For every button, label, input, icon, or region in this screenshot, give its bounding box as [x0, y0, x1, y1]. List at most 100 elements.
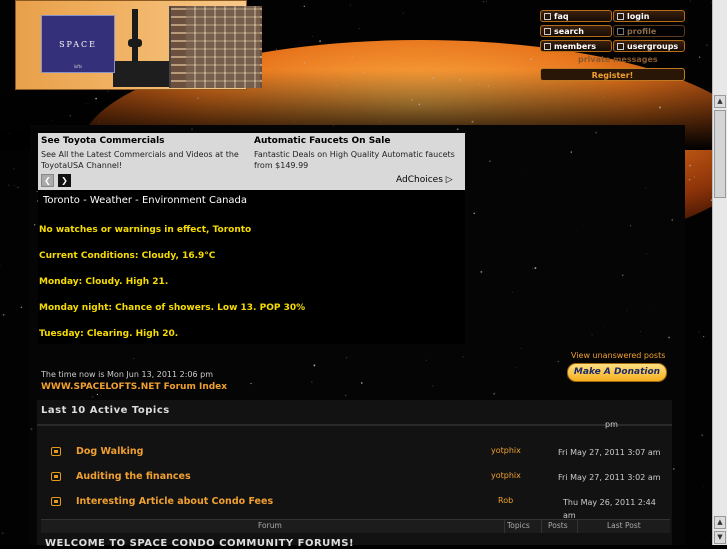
skyline-silhouette — [113, 61, 171, 87]
ad-prev-button[interactable]: ❮ — [41, 174, 54, 187]
topic-row: Interesting Article about Condo Fees Rob… — [37, 494, 672, 514]
faq-icon — [544, 13, 551, 20]
topic-row: Auditing the finances yotphix Fri May 27… — [37, 469, 672, 489]
ad-next-button[interactable]: ❯ — [58, 174, 71, 187]
star — [646, 253, 647, 254]
topic-title-link[interactable]: Dog Walking — [76, 446, 143, 457]
scroll-down-button[interactable]: ▼ — [714, 531, 726, 544]
star — [583, 224, 584, 225]
star — [311, 381, 313, 383]
star — [622, 274, 624, 276]
star — [304, 62, 305, 63]
star — [463, 357, 464, 358]
topic-user-link[interactable]: yotphix — [491, 471, 521, 480]
search-button[interactable]: search — [540, 25, 612, 37]
posts-column-header: Posts — [548, 521, 568, 530]
star — [486, 1, 487, 2]
ad-description: See All the Latest Commercials and Video… — [41, 149, 251, 171]
register-button[interactable]: Register! — [540, 68, 685, 81]
forum-index-link[interactable]: WWW.SPACELOFTS.NET Forum Index — [41, 382, 227, 392]
forum-column-header: Forum — [258, 521, 282, 530]
weather-line: Monday night: Chance of showers. Low 13.… — [39, 303, 305, 313]
star — [98, 121, 99, 122]
star — [250, 383, 251, 384]
star — [591, 334, 592, 335]
star — [403, 13, 404, 14]
star — [477, 41, 478, 42]
adchoices-link[interactable]: AdChoices ▷ — [396, 175, 453, 185]
weather-widget: Toronto - Weather - Environment Canada N… — [38, 190, 465, 344]
ad-title[interactable]: See Toyota Commercials — [41, 136, 251, 146]
star — [432, 385, 433, 386]
panel-divider — [37, 424, 672, 426]
topics-column-header: Topics — [507, 521, 530, 530]
star — [689, 165, 691, 167]
star — [8, 185, 10, 187]
topic-folder-icon — [51, 472, 61, 481]
topic-title-link[interactable]: Interesting Article about Condo Fees — [76, 496, 273, 507]
star — [478, 83, 479, 84]
star — [333, 125, 334, 126]
star — [363, 72, 365, 74]
topic-user-link[interactable]: Rob — [498, 496, 513, 505]
star — [699, 57, 700, 58]
site-logo[interactable]: SPACE lofts — [41, 15, 115, 73]
usergroups-label: usergroups — [627, 42, 678, 51]
star — [432, 77, 434, 79]
faq-button[interactable]: faq — [540, 10, 612, 22]
weather-title: Toronto - Weather - Environment Canada — [43, 195, 247, 206]
star — [197, 97, 199, 99]
star — [304, 6, 305, 7]
members-label: members — [554, 42, 596, 51]
welcome-category-title[interactable]: WELCOME TO SPACE CONDO COMMUNITY FORUMS! — [45, 538, 354, 549]
star — [512, 292, 513, 293]
private-messages-link[interactable]: private messages — [578, 55, 658, 64]
login-label: login — [627, 12, 649, 21]
star — [453, 47, 454, 48]
star — [645, 187, 646, 188]
active-topics-panel: Last 10 Active Topics pm Dog Walking yot… — [37, 400, 672, 545]
topic-date: Fri May 27, 2011 3:02 am — [558, 471, 678, 484]
cn-tower-pod — [128, 39, 142, 47]
scroll-thumb[interactable] — [714, 110, 726, 198]
scroll-up-button[interactable]: ▲ — [714, 95, 726, 108]
star — [530, 58, 532, 60]
login-button[interactable]: login — [613, 10, 685, 22]
star — [532, 87, 533, 88]
donate-button[interactable]: Make A Donation — [567, 363, 667, 382]
star — [459, 79, 461, 81]
topic-title-link[interactable]: Auditing the finances — [76, 471, 191, 482]
star — [345, 395, 346, 396]
star — [703, 336, 704, 337]
usergroups-icon — [617, 43, 624, 50]
scroll-up-button[interactable]: ▲ — [714, 516, 726, 529]
star — [699, 332, 700, 333]
usergroups-button[interactable]: usergroups — [613, 40, 685, 52]
view-unanswered-link[interactable]: View unanswered posts — [571, 351, 665, 360]
page-scrollbar[interactable]: ▲ ▲ ▼ — [712, 0, 727, 545]
star — [276, 49, 277, 50]
star — [3, 314, 5, 316]
star — [457, 128, 459, 130]
ad-title[interactable]: Automatic Faucets On Sale — [254, 136, 464, 146]
star — [489, 160, 491, 162]
column-separator — [541, 520, 542, 533]
topic-user-link[interactable]: yotphix — [491, 446, 521, 455]
star — [411, 99, 413, 101]
star — [86, 103, 87, 104]
star — [13, 168, 14, 169]
star — [14, 185, 15, 186]
star — [671, 219, 673, 221]
star — [626, 310, 627, 311]
ad-item[interactable]: Automatic Faucets On Sale Fantastic Deal… — [254, 136, 464, 171]
members-icon — [544, 43, 551, 50]
star — [472, 121, 474, 123]
profile-button[interactable]: profile — [613, 25, 685, 37]
ad-item[interactable]: See Toyota Commercials See All the Lates… — [41, 136, 251, 171]
column-separator — [577, 520, 578, 533]
star — [483, 1, 484, 2]
last-post-column-header: Last Post — [607, 521, 641, 530]
star — [603, 97, 604, 98]
column-separator — [504, 520, 505, 533]
members-button[interactable]: members — [540, 40, 612, 52]
